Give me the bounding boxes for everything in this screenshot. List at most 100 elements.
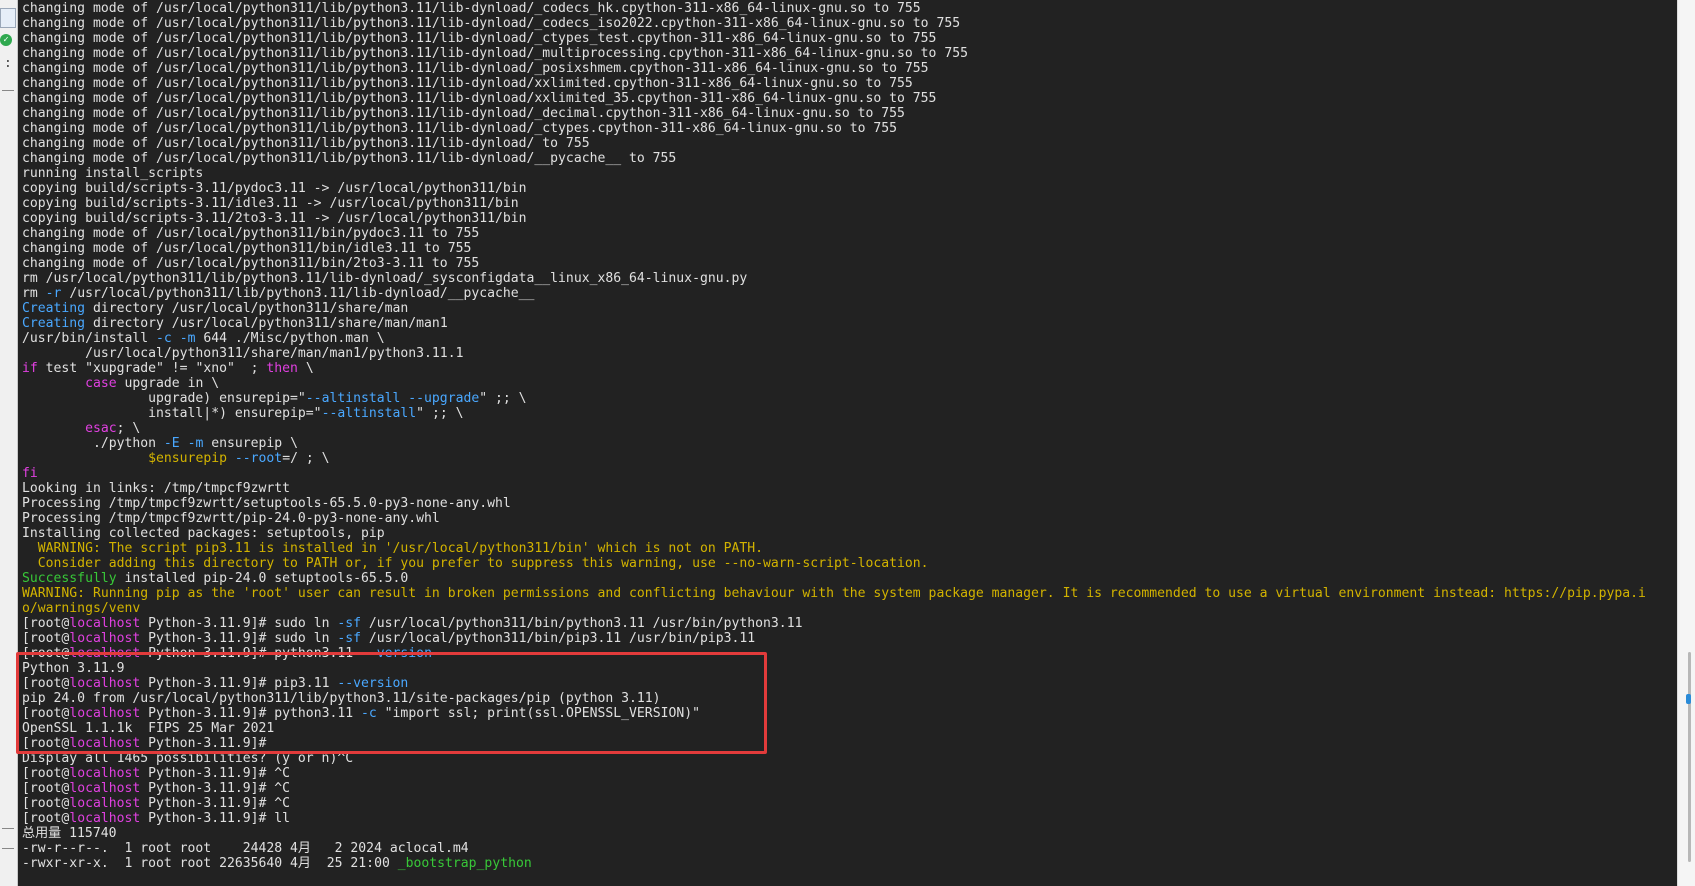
- terminal-line: changing mode of /usr/local/python311/li…: [22, 121, 1678, 136]
- terminal-text: Looking in links: /tmp/tmpcf9zwrtt: [22, 481, 291, 496]
- terminal-text: localhost: [69, 646, 141, 661]
- terminal-text: -r: [45, 286, 62, 301]
- terminal-text: Python-3.11.9]# sudo ln: [140, 631, 338, 646]
- terminal-line: [root@localhost Python-3.11.9]# sudo ln …: [22, 631, 1678, 646]
- terminal-line: changing mode of /usr/local/python311/bi…: [22, 226, 1678, 241]
- terminal-text: Consider adding this directory to PATH o…: [22, 556, 929, 571]
- window-icon[interactable]: [0, 8, 16, 28]
- terminal-text: Creating: [22, 301, 86, 316]
- terminal-text: then: [266, 361, 298, 376]
- terminal-line: copying build/scripts-3.11/pydoc3.11 -> …: [22, 181, 1678, 196]
- terminal-text: Creating: [22, 316, 86, 331]
- terminal-line: Installing collected packages: setuptool…: [22, 526, 1678, 541]
- terminal-line: fi: [22, 466, 1678, 481]
- terminal-line: [root@localhost Python-3.11.9]# pip3.11 …: [22, 676, 1678, 691]
- terminal-line: esac; \: [22, 421, 1678, 436]
- terminal-text: test "xupgrade" != "xno" ;: [37, 361, 267, 376]
- terminal-line: changing mode of /usr/local/python311/li…: [22, 31, 1678, 46]
- terminal-text: [root@: [22, 676, 70, 691]
- terminal-text: /usr/local/python311/lib/python3.11/lib-…: [61, 286, 535, 301]
- terminal-text: rm /usr/local/python311/lib/python3.11/l…: [22, 271, 748, 286]
- terminal-line: [root@localhost Python-3.11.9]# python3.…: [22, 646, 1678, 661]
- terminal-text: changing mode of /usr/local/python311/li…: [22, 106, 905, 121]
- terminal-text: 总用量 115740: [22, 826, 117, 841]
- terminal-line: changing mode of /usr/local/python311/li…: [22, 91, 1678, 106]
- terminal-line: changing mode of /usr/local/python311/li…: [22, 76, 1678, 91]
- terminal-text: copying build/scripts-3.11/2to3-3.11 -> …: [22, 211, 527, 226]
- terminal-text: Python-3.11.9]# pip3.11: [140, 676, 338, 691]
- terminal-line: /usr/local/python311/share/man/man1/pyth…: [22, 346, 1678, 361]
- terminal-text: -rw-r--r--. 1 root root 24428 4月 2 2024 …: [22, 841, 469, 856]
- terminal-line: [root@localhost Python-3.11.9]# ^C: [22, 766, 1678, 781]
- terminal-line: [root@localhost Python-3.11.9]# ^C: [22, 781, 1678, 796]
- toolbar-divider: [2, 828, 14, 829]
- terminal-text: -m: [179, 331, 196, 346]
- terminal-text: copying build/scripts-3.11/pydoc3.11 -> …: [22, 181, 527, 196]
- terminal-text: changing mode of /usr/local/python311/li…: [22, 121, 898, 136]
- terminal-line: Consider adding this directory to PATH o…: [22, 556, 1678, 571]
- terminal-text: /usr/local/python311/bin/pip3.11 /usr/bi…: [361, 631, 756, 646]
- terminal-text: 644 ./Misc/python.man \: [195, 331, 385, 346]
- terminal-line: Looking in links: /tmp/tmpcf9zwrtt: [22, 481, 1678, 496]
- check-circle-icon[interactable]: ✓: [0, 34, 12, 46]
- terminal-line: Python 3.11.9: [22, 661, 1678, 676]
- terminal-text: [root@: [22, 811, 70, 826]
- terminal-text: =/ ; \: [282, 451, 330, 466]
- terminal-line: if test "xupgrade" != "xno" ; then \: [22, 361, 1678, 376]
- terminal-text: "import ssl; print(ssl.OPENSSL_VERSION)": [376, 706, 700, 721]
- terminal-window[interactable]: changing mode of /usr/local/python311/li…: [18, 0, 1678, 886]
- terminal-text: ; \: [116, 421, 141, 436]
- terminal-text: upgrade in \: [116, 376, 220, 391]
- terminal-line: upgrade) ensurepip="--altinstall --upgra…: [22, 391, 1678, 406]
- terminal-text: [root@: [22, 781, 70, 796]
- terminal-line: changing mode of /usr/local/python311/li…: [22, 1, 1678, 16]
- terminal-text: [root@: [22, 616, 70, 631]
- terminal-text: Processing /tmp/tmpcf9zwrtt/setuptools-6…: [22, 496, 511, 511]
- terminal-scrollbar[interactable]: [1677, 0, 1695, 886]
- terminal-text: --version: [361, 646, 432, 661]
- terminal-line: Processing /tmp/tmpcf9zwrtt/pip-24.0-py3…: [22, 511, 1678, 526]
- terminal-text: -sf: [337, 631, 361, 646]
- side-toolbar: ✓ :: [0, 0, 18, 886]
- terminal-line: install|*) ensurepip="--altinstall" ;; \: [22, 406, 1678, 421]
- terminal-text: [root@: [22, 706, 70, 721]
- terminal-line: pip 24.0 from /usr/local/python311/lib/p…: [22, 691, 1678, 706]
- scrollbar-thumb[interactable]: [1688, 652, 1691, 862]
- terminal-line: -rw-r--r--. 1 root root 24428 4月 2 2024 …: [22, 841, 1678, 856]
- terminal-text: /usr/local/python311/bin/python3.11 /usr…: [361, 616, 803, 631]
- terminal-line: Successfully installed pip-24.0 setuptoo…: [22, 571, 1678, 586]
- terminal-text: --root: [234, 451, 283, 466]
- terminal-line: copying build/scripts-3.11/idle3.11 -> /…: [22, 196, 1678, 211]
- terminal-line: Creating directory /usr/local/python311/…: [22, 316, 1678, 331]
- terminal-line: Creating directory /usr/local/python311/…: [22, 301, 1678, 316]
- terminal-text: changing mode of /usr/local/python311/li…: [22, 151, 677, 166]
- terminal-text: case: [85, 376, 117, 391]
- terminal-line: ./python -E -m ensurepip \: [22, 436, 1678, 451]
- terminal-line: changing mode of /usr/local/python311/bi…: [22, 256, 1678, 271]
- terminal-text: changing mode of /usr/local/python311/li…: [22, 76, 913, 91]
- terminal-line: changing mode of /usr/local/python311/li…: [22, 136, 1678, 151]
- terminal-text: installed pip-24.0 setuptools-65.5.0: [116, 571, 409, 586]
- terminal-text: -c: [361, 706, 377, 721]
- terminal-text: -E: [163, 436, 180, 451]
- terminal-text: changing mode of /usr/local/python311/li…: [22, 61, 929, 76]
- terminal-text: ./python: [22, 436, 164, 451]
- terminal-text: changing mode of /usr/local/python311/li…: [22, 16, 961, 31]
- terminal-line: Processing /tmp/tmpcf9zwrtt/setuptools-6…: [22, 496, 1678, 511]
- terminal-line: changing mode of /usr/local/python311/li…: [22, 16, 1678, 31]
- terminal-text: changing mode of /usr/local/python311/li…: [22, 91, 937, 106]
- terminal-text: localhost: [69, 616, 141, 631]
- terminal-text: changing mode of /usr/local/python311/li…: [22, 31, 937, 46]
- terminal-text: WARNING: Running pip as the 'root' user …: [22, 586, 1646, 601]
- terminal-output: changing mode of /usr/local/python311/li…: [18, 0, 1678, 871]
- terminal-line: o/warnings/venv: [22, 601, 1678, 616]
- terminal-line: changing mode of /usr/local/python311/li…: [22, 61, 1678, 76]
- terminal-text: localhost: [69, 676, 141, 691]
- terminal-text: [root@: [22, 766, 70, 781]
